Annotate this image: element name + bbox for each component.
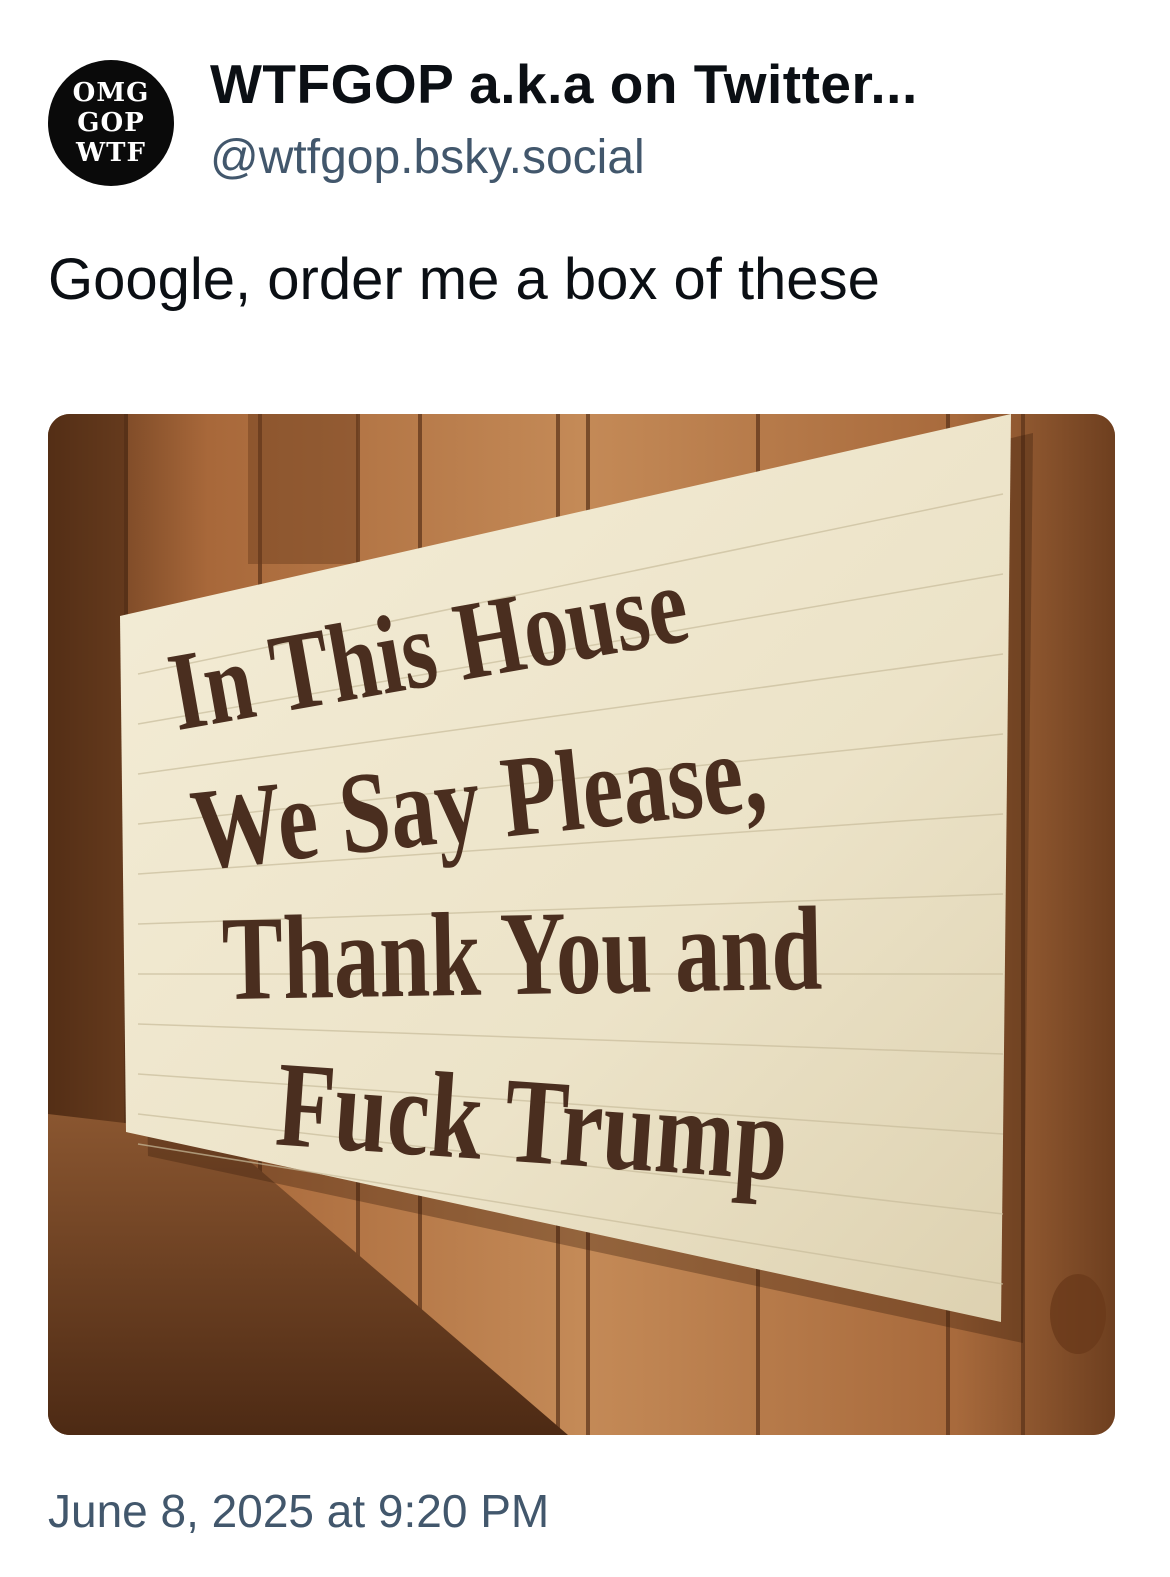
post-text: Google, order me a box of these [48,247,880,312]
sign-line-3: Thank You and [221,883,823,1026]
author-avatar[interactable]: OMG GOP WTF [48,60,174,186]
author-handle[interactable]: @wtfgop.bsky.social [210,130,645,185]
avatar-text-gop: GOP [77,108,145,138]
post-timestamp[interactable]: June 8, 2025 at 9:20 PM [48,1484,549,1538]
author-display-name[interactable]: WTFGOP a.k.a on Twitter... [210,52,918,116]
post: OMG GOP WTF WTFGOP a.k.a on Twitter... @… [0,0,1170,1577]
avatar-text-omg: OMG [72,78,150,108]
avatar-text-wtf: WTF [75,138,146,168]
sign-photo: In This House We Say Please, Thank You a… [48,414,1115,1435]
post-image[interactable]: In This House We Say Please, Thank You a… [48,414,1115,1435]
